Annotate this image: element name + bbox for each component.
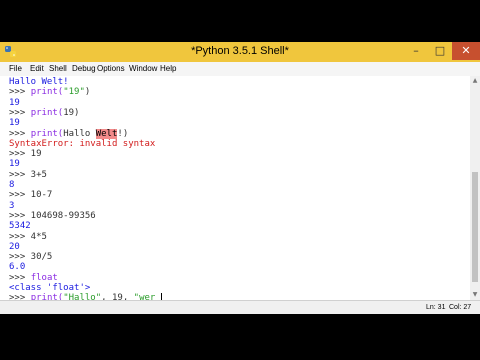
menu-bar: File Edit Shell Debug Options Window Hel… [0,62,480,76]
title-bar[interactable]: *Python 3.5.1 Shell* – □ ✕ [0,42,480,62]
code-token: >>> [9,272,31,283]
code-token: 19 [9,159,20,170]
menu-file[interactable]: File [9,64,22,73]
status-line: Ln: 31 [426,304,446,311]
code-token: Hallo [63,128,96,139]
shell-line: 19 [9,98,20,108]
code-token: ) [84,87,91,98]
code-token: <class 'float'> [9,283,91,293]
code-token: 3 [9,200,15,211]
code-token: 19 [9,97,20,108]
shell-line: >>> 19 [9,149,42,159]
code-token: print( [30,107,64,118]
code-token: print( [30,87,64,98]
shell-line: 19 [9,118,20,128]
code-token: 6.0 [9,262,26,273]
idle-shell-window: *Python 3.5.1 Shell* – □ ✕ File Edit She… [0,42,480,314]
shell-line: >>> print(19) [9,108,79,118]
code-token: 19 [9,118,20,129]
shell-line: Hallo Welt! [9,77,69,87]
scroll-thumb[interactable] [472,172,478,282]
shell-line: >>> 30/5 [9,252,52,262]
code-token: 19) [63,107,80,118]
menu-options[interactable]: Options [97,64,125,73]
code-token: >>> 30/5 [9,252,53,263]
code-token: !) [117,128,129,139]
code-token: >>> 10-7 [9,190,53,201]
code-token: >>> 19 [9,149,42,160]
menu-window[interactable]: Window [129,64,157,73]
code-token: >>> 4*5 [9,231,47,242]
minimize-button[interactable]: – [404,42,428,60]
code-token: 20 [9,241,20,252]
code-token: print( [30,128,64,139]
shell-line: >>> print(Hallo Welt!) [9,128,129,139]
code-token: >>> [9,128,31,139]
shell-line: 3 [9,201,14,211]
scroll-up-icon[interactable]: ▲ [470,76,480,86]
code-token: Hallo Welt! [9,77,69,87]
shell-line: SyntaxError: invalid syntax [9,139,155,149]
shell-line: >>> 3+5 [9,170,47,180]
shell-line: >>> print("19") [9,87,90,97]
code-token: >>> [9,87,31,98]
shell-text-area[interactable]: Hallo Welt! >>> print("19") 19 >>> print(19… [0,76,470,314]
shell-line: >>> 10-7 [9,190,52,200]
menu-edit[interactable]: Edit [30,64,44,73]
status-column: Col: 27 [449,304,472,311]
shell-line: 19 [9,159,20,169]
code-token: 5342 [9,221,31,232]
close-button[interactable]: ✕ [452,42,480,60]
scroll-down-icon[interactable]: ▼ [470,290,480,300]
code-token: "19" [63,87,85,98]
code-token: >>> [9,107,31,118]
shell-line: 5342 [9,221,31,231]
shell-line: 20 [9,242,20,252]
shell-line: >>> 4*5 [9,232,47,242]
vertical-scrollbar[interactable]: ▲ ▼ [470,76,480,300]
shell-line: 8 [9,180,14,190]
code-token: SyntaxError: invalid syntax [9,138,156,149]
code-token: float [30,272,58,283]
code-token: >>> 104698-99356 [9,210,96,221]
menu-help[interactable]: Help [160,64,176,73]
maximize-button[interactable]: □ [428,42,452,60]
shell-line: <class 'float'> [9,283,90,293]
menu-debug[interactable]: Debug [72,64,96,73]
code-token: >>> 3+5 [9,169,47,180]
code-token: 8 [9,180,15,190]
shell-line: >>> float [9,273,58,283]
shell-line: 6.0 [9,262,25,272]
status-bar: Ln: 31 Col: 27 [0,300,480,314]
shell-line: >>> 104698-99356 [9,211,96,221]
error-highlight: Welt [95,128,118,139]
menu-shell[interactable]: Shell [49,64,67,73]
